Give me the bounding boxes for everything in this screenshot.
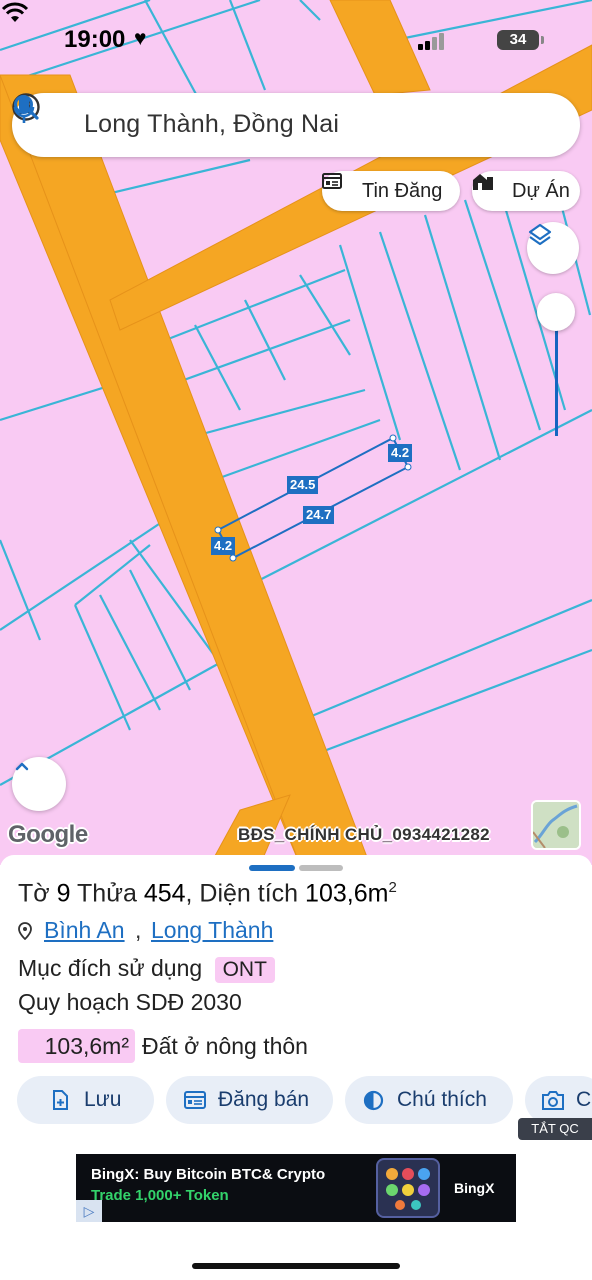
listings-chip-label: Tin Đăng — [362, 180, 443, 202]
home-indicator[interactable] — [192, 1263, 400, 1269]
location-pin-icon — [18, 922, 32, 940]
ad-phone-graphic — [376, 1158, 440, 1218]
ad-banner[interactable]: BingX: Buy Bitcoin BTC& Crypto Trade 1,0… — [76, 1154, 516, 1222]
post-for-sale-button[interactable]: Đăng bán — [166, 1076, 333, 1124]
cellular-signal-icon — [418, 32, 450, 50]
satellite-map-icon — [533, 802, 579, 848]
save-button-label: Lưu — [84, 1088, 122, 1111]
plan-area-value: 103,6m² — [18, 1029, 135, 1063]
buildings-icon — [473, 174, 493, 190]
ward-link[interactable]: Bình An — [44, 917, 125, 944]
microphone-icon[interactable] — [12, 93, 36, 125]
location-separator: , — [135, 917, 142, 943]
land-use-code-badge: ONT — [214, 957, 275, 983]
legend-button[interactable]: Chú thích — [345, 1076, 513, 1124]
plot-width-right: 4.2 — [388, 444, 413, 462]
area-unit-superscript: 2 — [388, 879, 397, 896]
layers-icon — [528, 223, 552, 246]
opacity-slider-handle[interactable] — [537, 293, 575, 331]
status-time: 19:00 — [64, 26, 126, 53]
heart-icon: ♥ — [134, 27, 147, 50]
camera-button[interactable]: C — [525, 1076, 592, 1124]
sheet-number: 9 — [56, 879, 71, 908]
projects-chip[interactable]: Dự Án — [472, 171, 580, 211]
parcel-number: 454 — [143, 879, 186, 908]
search-bar[interactable]: Long Thành, Đồng Nai — [12, 93, 580, 157]
parcel-title: Tờ 9 Thửa 454, Diện tích 103,6m2 — [18, 879, 397, 908]
expand-button[interactable] — [12, 757, 66, 811]
save-button[interactable]: Lưu — [17, 1076, 154, 1124]
land-use-plan-label: Quy hoạch SDĐ 2030 — [18, 989, 242, 1015]
wifi-icon — [1, 2, 29, 22]
land-use-purpose-label: Mục đích sử dụng — [18, 955, 203, 981]
plot-width-left: 4.2 — [211, 537, 236, 555]
listing-form-icon — [184, 1091, 206, 1109]
contrast-icon — [363, 1090, 384, 1111]
plan-land-type: Đất ở nông thôn — [142, 1033, 308, 1059]
ad-info-icon[interactable]: ▷ — [76, 1200, 102, 1222]
map-view[interactable]: 24.5 24.7 4.2 4.2 19:00 ♥ 34 Long Thành,… — [0, 0, 592, 865]
ad-headline: BingX: Buy Bitcoin BTC& Crypto — [91, 1166, 326, 1183]
add-file-icon — [53, 1090, 68, 1110]
satellite-thumbnail[interactable] — [531, 800, 581, 850]
sheet-handle-secondary[interactable] — [299, 865, 343, 871]
sheet-prefix: Tờ — [18, 879, 50, 908]
chevron-up-icon — [15, 762, 29, 771]
ad-subheadline: Trade 1,000+ Token — [91, 1187, 229, 1204]
listing-icon — [322, 173, 342, 189]
parcel-info-sheet[interactable]: Tờ 9 Thửa 454, Diện tích 103,6m2 Bình An… — [0, 855, 592, 1280]
status-bar: 19:00 ♥ 34 — [0, 0, 592, 80]
parcel-area: 103,6m — [305, 879, 389, 908]
search-input[interactable]: Long Thành, Đồng Nai — [84, 110, 339, 139]
listings-chip[interactable]: Tin Đăng — [322, 171, 460, 211]
ad-brand: BingX — [454, 1180, 495, 1196]
layers-button[interactable] — [527, 222, 579, 274]
plot-length-bottom: 24.7 — [303, 506, 335, 524]
parcel-prefix: Thửa — [77, 879, 137, 908]
camera-button-label: C — [576, 1088, 592, 1111]
sheet-handle[interactable] — [249, 865, 295, 871]
area-prefix: , Diện tích — [185, 879, 299, 908]
app-icons-graphic — [386, 1168, 430, 1210]
map-watermark: BĐS_CHÍNH CHỦ_0934421282 — [238, 825, 490, 844]
google-logo: Google — [8, 821, 88, 848]
hide-ads-button[interactable]: TẮT QC — [518, 1118, 592, 1140]
projects-chip-label: Dự Án — [512, 180, 570, 202]
battery-indicator: 34 — [497, 30, 544, 50]
district-link[interactable]: Long Thành — [151, 917, 273, 944]
camera-icon — [542, 1091, 564, 1110]
land-use-purpose-row: Mục đích sử dụng ONT — [18, 955, 275, 983]
post-for-sale-label: Đăng bán — [218, 1088, 310, 1111]
plot-length-top: 24.5 — [287, 476, 319, 494]
legend-button-label: Chú thích — [397, 1088, 487, 1111]
